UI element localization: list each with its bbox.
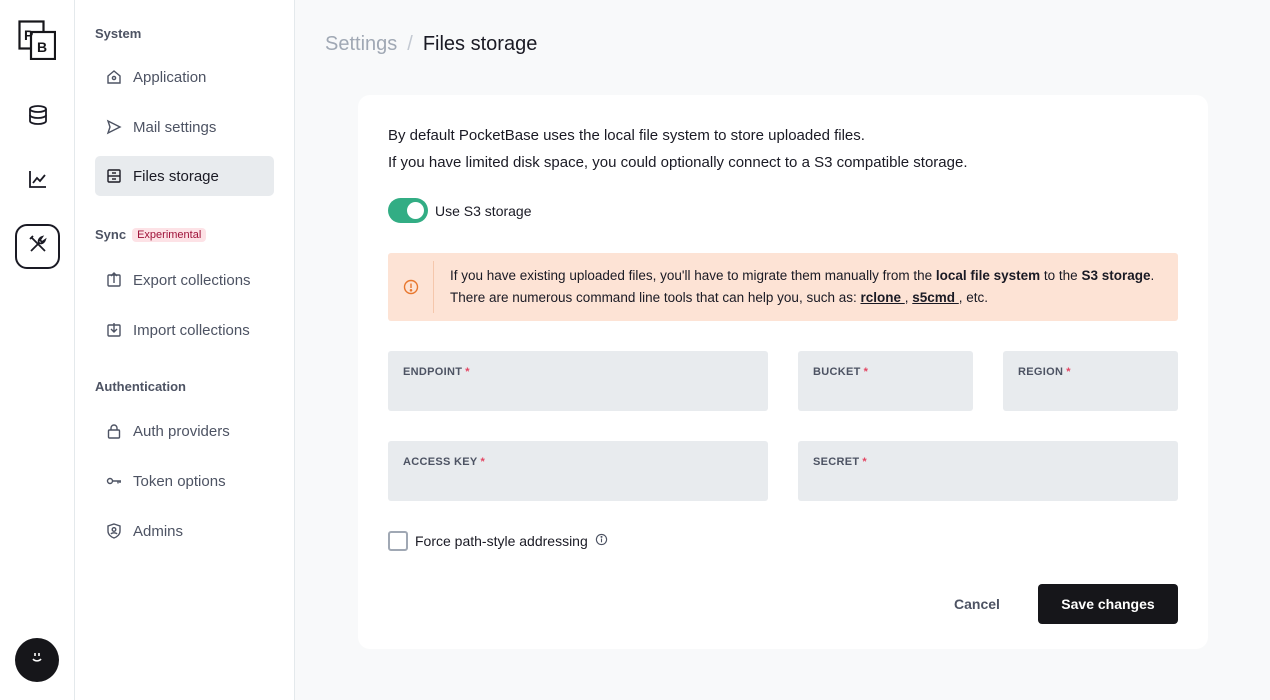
region-field[interactable]: REGION *: [1003, 351, 1178, 411]
sidebar-item-label: Export collections: [133, 271, 251, 289]
force-path-label[interactable]: Force path-style addressing: [415, 533, 588, 549]
svg-text:P: P: [24, 27, 33, 43]
sidebar-item-label: Mail settings: [133, 118, 217, 136]
access-key-label: ACCESS KEY *: [403, 456, 486, 468]
rail-settings[interactable]: [15, 224, 60, 269]
use-s3-label[interactable]: Use S3 storage: [435, 203, 532, 219]
section-title-authentication: Authentication: [95, 379, 186, 394]
avatar[interactable]: [15, 638, 59, 682]
import-icon: [105, 321, 123, 339]
lock-icon: [105, 422, 123, 440]
app-rail: P B: [0, 0, 75, 700]
bucket-label: BUCKET *: [813, 366, 869, 378]
sidebar-item-auth-providers[interactable]: Auth providers: [95, 411, 274, 451]
alert-circle-icon: [388, 261, 434, 313]
files-storage-panel: By default PocketBase uses the local fil…: [358, 95, 1208, 649]
database-icon: [27, 104, 49, 131]
settings-sidebar: System Application Mail settings Files s…: [75, 0, 295, 700]
sidebar-item-admins[interactable]: Admins: [95, 511, 274, 551]
export-icon: [105, 271, 123, 289]
use-s3-toggle[interactable]: [388, 198, 428, 223]
shield-user-icon: [105, 522, 123, 540]
sidebar-item-label: Files storage: [133, 167, 219, 185]
breadcrumb-separator: /: [407, 33, 413, 55]
force-path-row: Force path-style addressing: [388, 531, 608, 551]
intro-line-1: By default PocketBase uses the local fil…: [388, 127, 865, 144]
tools-icon: [27, 233, 49, 260]
breadcrumb: Settings / Files storage: [325, 33, 537, 56]
key-icon: [105, 472, 123, 490]
experimental-badge: Experimental: [132, 227, 207, 242]
force-path-checkbox[interactable]: [388, 531, 408, 551]
section-title-sync: Sync Experimental: [95, 227, 207, 242]
svg-text:B: B: [37, 39, 47, 55]
region-label: REGION *: [1018, 366, 1071, 378]
breadcrumb-settings[interactable]: Settings: [325, 33, 397, 56]
sidebar-item-label: Admins: [133, 522, 184, 540]
sidebar-item-label: Token options: [133, 472, 226, 490]
smiley-icon: [27, 648, 47, 673]
section-title-system: System: [95, 26, 142, 41]
sidebar-item-files-storage[interactable]: Files storage: [95, 156, 274, 196]
save-changes-button[interactable]: Save changes: [1038, 584, 1178, 624]
endpoint-field[interactable]: ENDPOINT *: [388, 351, 768, 411]
intro-text: By default PocketBase uses the local fil…: [388, 122, 968, 176]
access-key-input[interactable]: [403, 476, 753, 492]
archive-icon: [105, 167, 123, 185]
s5cmd-link[interactable]: s5cmd: [912, 290, 959, 305]
chart-line-icon: [27, 168, 49, 195]
sidebar-item-token-options[interactable]: Token options: [95, 461, 274, 501]
alert-text: If you have existing uploaded files, you…: [450, 268, 1155, 305]
region-input[interactable]: [1018, 386, 1163, 402]
sidebar-item-label: Application: [133, 68, 207, 86]
page-title: Files storage: [422, 33, 538, 55]
access-key-field[interactable]: ACCESS KEY *: [388, 441, 768, 501]
s3-toggle-row: Use S3 storage: [388, 198, 532, 223]
pocketbase-logo[interactable]: P B: [18, 20, 57, 61]
cancel-button[interactable]: Cancel: [938, 584, 1016, 624]
sidebar-item-export-collections[interactable]: Export collections: [95, 260, 274, 300]
migration-warning-alert: If you have existing uploaded files, you…: [388, 253, 1178, 321]
bucket-field[interactable]: BUCKET *: [798, 351, 973, 411]
endpoint-label: ENDPOINT *: [403, 366, 470, 378]
intro-line-2: If you have limited disk space, you coul…: [388, 154, 968, 171]
rail-collections[interactable]: [15, 95, 60, 140]
sidebar-item-label: Auth providers: [133, 422, 230, 440]
sidebar-item-label: Import collections: [133, 321, 250, 339]
secret-field[interactable]: SECRET *: [798, 441, 1178, 501]
info-icon[interactable]: [595, 533, 608, 549]
sidebar-item-mail-settings[interactable]: Mail settings: [95, 107, 274, 147]
rail-logs[interactable]: [15, 159, 60, 204]
sidebar-item-application[interactable]: Application: [95, 57, 274, 97]
endpoint-input[interactable]: [403, 386, 753, 402]
rclone-link[interactable]: rclone: [860, 290, 904, 305]
secret-label: SECRET *: [813, 456, 868, 468]
secret-input[interactable]: [813, 476, 1163, 492]
sidebar-item-import-collections[interactable]: Import collections: [95, 310, 274, 350]
send-icon: [105, 118, 123, 136]
home-icon: [105, 68, 123, 86]
bucket-input[interactable]: [813, 386, 958, 402]
